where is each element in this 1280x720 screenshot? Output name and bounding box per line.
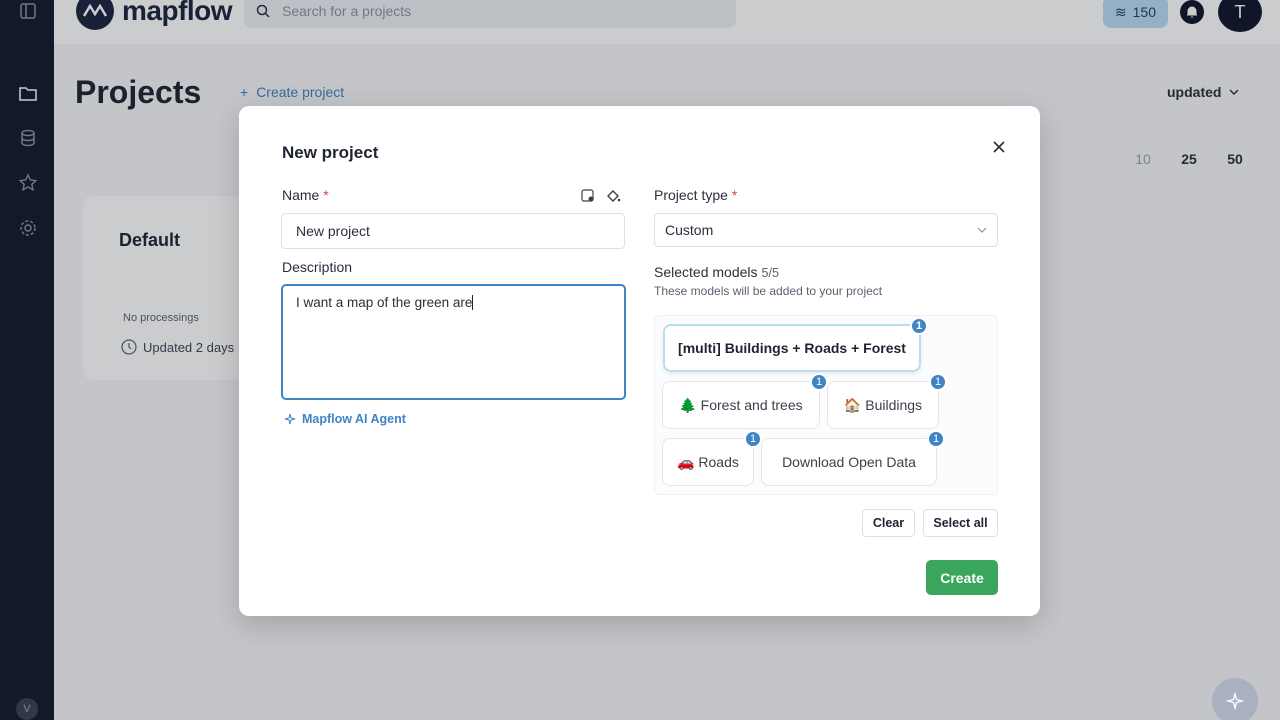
new-project-modal: New project Name * New project Descripti… (239, 106, 1040, 616)
clear-button[interactable]: Clear (862, 509, 915, 537)
description-field[interactable]: I want a map of the green are (281, 284, 626, 400)
chevron-down-icon (977, 227, 987, 233)
project-type-label: Project type * (654, 187, 738, 203)
model-chip[interactable]: [multi] Buildings + Roads + Forest 1 (663, 317, 928, 372)
modal-title: New project (282, 143, 379, 162)
selected-models-count: 5/5 (761, 266, 779, 280)
model-count-badge: 1 (744, 430, 762, 448)
models-list: [multi] Buildings + Roads + Forest 1 🌲 F… (654, 315, 998, 495)
ai-agent-fab[interactable] (1212, 678, 1258, 720)
project-type-select[interactable]: Custom (654, 213, 998, 247)
model-count-badge: 1 (910, 317, 928, 335)
name-field[interactable]: New project (281, 213, 625, 249)
project-type-value: Custom (665, 222, 714, 238)
model-count-badge: 1 (810, 373, 828, 391)
image-settings-icon[interactable] (579, 187, 597, 205)
sparkle-icon (284, 413, 296, 425)
sparkle-icon (1226, 692, 1244, 710)
selected-models-label: Selected models 5/5 (654, 264, 779, 280)
description-label: Description (282, 259, 353, 275)
model-chip[interactable]: 🚗 Roads 1 (662, 430, 762, 486)
description-text: I want a map of the green are (296, 295, 473, 310)
model-chip[interactable]: Download Open Data 1 (761, 430, 945, 486)
text-caret (472, 295, 474, 310)
model-count-badge: 1 (929, 373, 947, 391)
close-icon[interactable] (990, 138, 1008, 156)
model-count-badge: 1 (927, 430, 945, 448)
create-button[interactable]: Create (926, 560, 998, 595)
model-chip[interactable]: 🏠 Buildings 1 (827, 373, 947, 429)
ai-agent-label: Mapflow AI Agent (302, 412, 406, 426)
select-all-button[interactable]: Select all (923, 509, 998, 537)
selected-models-desc: These models will be added to your proje… (654, 284, 883, 298)
model-chip[interactable]: 🌲 Forest and trees 1 (662, 373, 828, 429)
name-label: Name * (282, 187, 329, 203)
paint-bucket-icon[interactable] (604, 187, 622, 205)
ai-agent-link[interactable]: Mapflow AI Agent (284, 412, 406, 426)
